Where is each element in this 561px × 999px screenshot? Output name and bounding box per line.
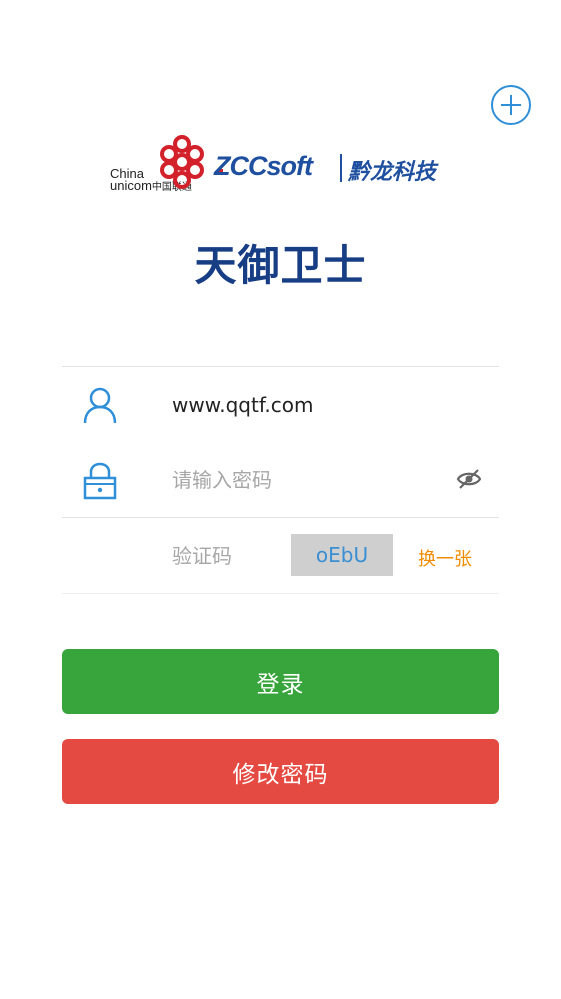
lock-icon xyxy=(83,462,117,500)
captcha-input[interactable] xyxy=(172,536,282,576)
login-screen: China unicom中国联通 ZCCsoft 黔龙科技 天御卫士 www.q… xyxy=(0,0,561,999)
unicom-label: unicom xyxy=(110,178,152,193)
zccsoft-logo-text: ZCCsoft xyxy=(214,151,313,181)
username-row xyxy=(62,367,499,442)
password-input[interactable] xyxy=(172,460,442,500)
change-password-button[interactable]: 修改密码 xyxy=(62,739,499,804)
captcha-image[interactable]: oEbU xyxy=(291,534,393,576)
brand-logo-row: China unicom中国联通 ZCCsoft 黔龙科技 xyxy=(108,134,453,196)
refresh-captcha-link[interactable]: 换一张 xyxy=(418,545,472,571)
partner-name: 黔龙科技 xyxy=(348,160,437,185)
captcha-row: oEbU 换一张 xyxy=(62,518,499,593)
plus-circle-icon xyxy=(501,95,521,115)
eye-off-icon[interactable] xyxy=(456,468,482,490)
user-icon xyxy=(83,387,117,424)
app-title: 天御卫士 xyxy=(194,241,367,290)
password-row xyxy=(62,442,499,517)
login-button[interactable]: 登录 xyxy=(62,649,499,714)
china-unicom-knot-logo xyxy=(160,135,204,189)
username-input[interactable] xyxy=(172,385,442,425)
add-button[interactable] xyxy=(491,85,531,125)
login-form: oEbU 换一张 xyxy=(62,366,499,594)
divider xyxy=(62,593,499,594)
logo-separator xyxy=(340,154,342,182)
